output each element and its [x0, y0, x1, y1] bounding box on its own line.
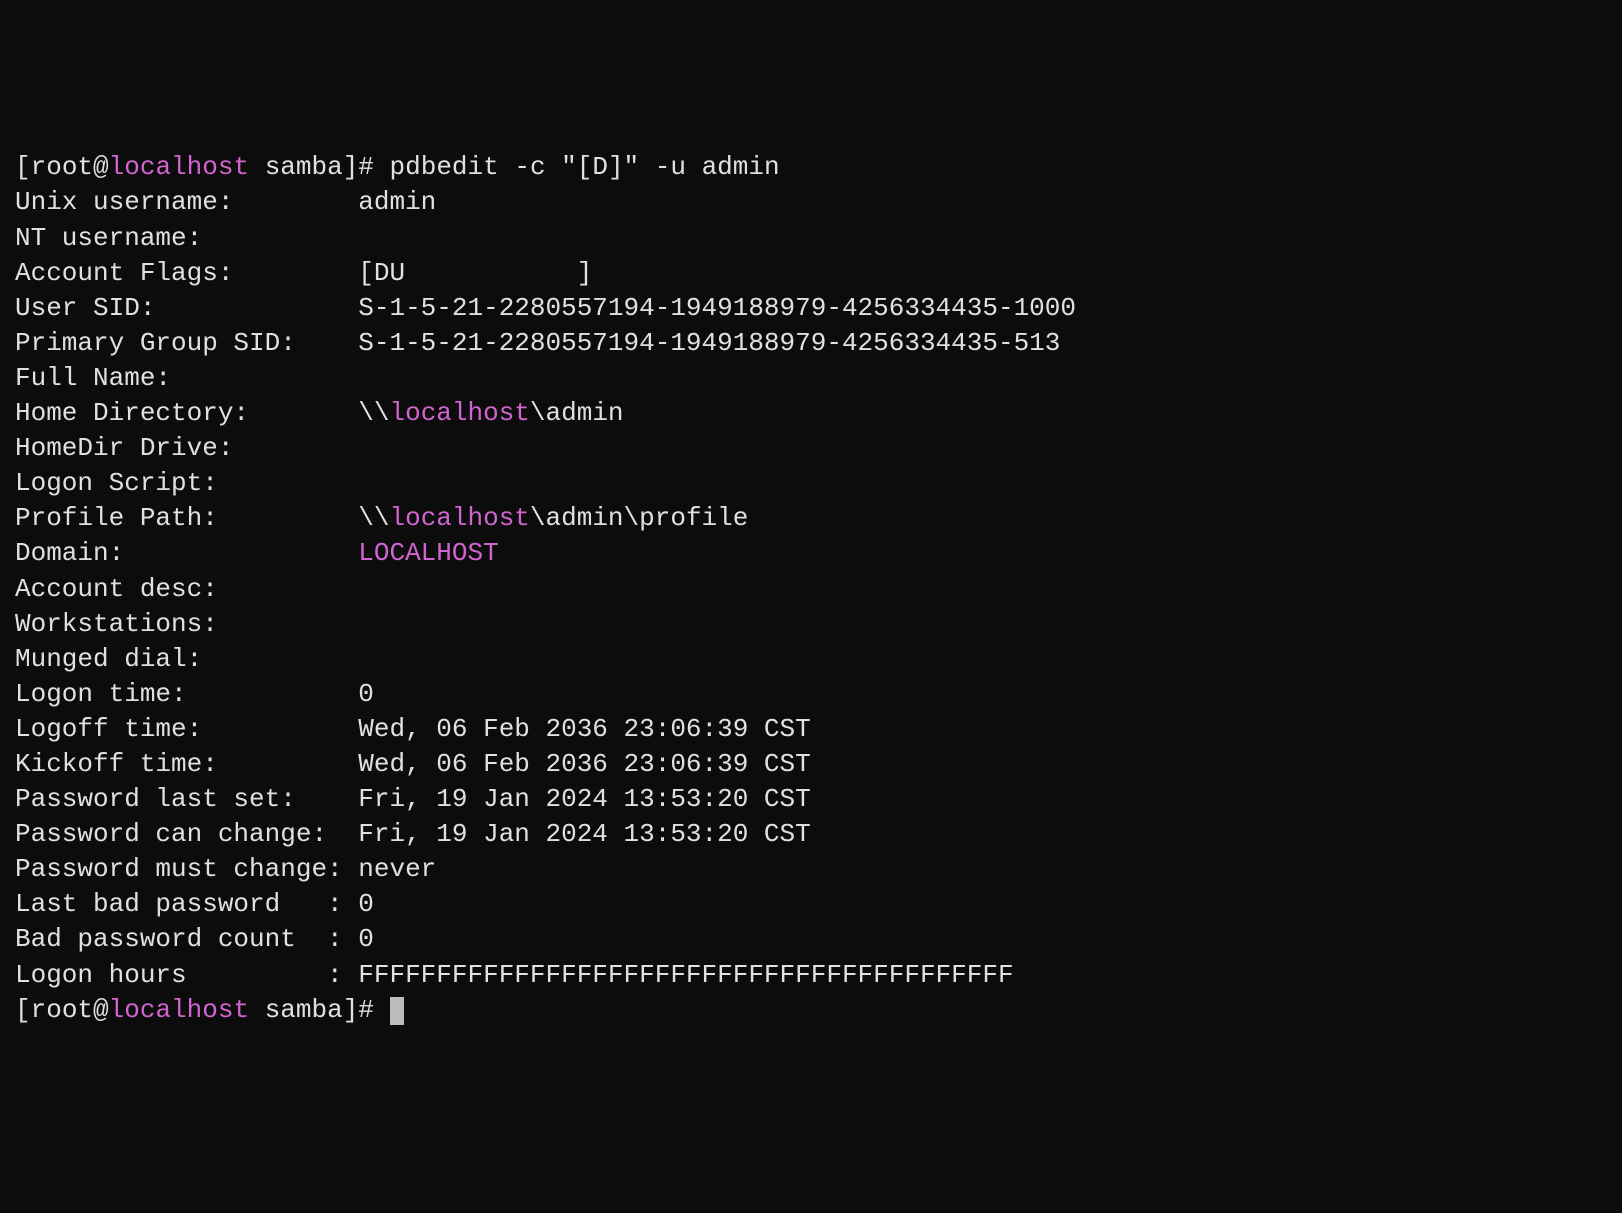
value-unix-username: admin — [358, 187, 436, 217]
terminal-output[interactable]: [root@localhost samba]# pdbedit -c "[D]"… — [15, 150, 1607, 1027]
label-logoff-time: Logoff time: — [15, 714, 358, 744]
label-nt-username: NT username: — [15, 223, 202, 253]
prompt2-close: ]# — [343, 995, 390, 1025]
value-account-flags: [DU ] — [358, 258, 592, 288]
row-profile-path: Profile Path: \\localhost\admin\profile — [15, 501, 1607, 536]
prompt-space — [249, 152, 265, 182]
label-last-bad-password: Last bad password : — [15, 889, 358, 919]
prompt-at: @ — [93, 152, 109, 182]
value-profile-host: localhost — [389, 503, 529, 533]
row-full-name: Full Name: — [15, 361, 1607, 396]
value-profile-suffix: \admin\profile — [530, 503, 748, 533]
value-profile-prefix: \\ — [358, 503, 389, 533]
value-logon-hours: FFFFFFFFFFFFFFFFFFFFFFFFFFFFFFFFFFFFFFFF… — [358, 960, 1013, 990]
value-home-dir-prefix: \\ — [358, 398, 389, 428]
label-password-must-change: Password must change: — [15, 854, 358, 884]
label-workstations: Workstations: — [15, 609, 218, 639]
prompt2-open: [ — [15, 995, 31, 1025]
label-logon-time: Logon time: — [15, 679, 358, 709]
label-account-desc: Account desc: — [15, 574, 218, 604]
prompt-line-2: [root@localhost samba]# — [15, 993, 1607, 1028]
row-unix-username: Unix username: admin — [15, 185, 1607, 220]
label-homedir-drive: HomeDir Drive: — [15, 433, 233, 463]
row-password-must-change: Password must change: never — [15, 852, 1607, 887]
value-password-must-change: never — [358, 854, 436, 884]
value-last-bad-password: 0 — [358, 889, 374, 919]
label-home-directory: Home Directory: — [15, 398, 358, 428]
row-user-sid: User SID: S-1-5-21-2280557194-1949188979… — [15, 291, 1607, 326]
row-domain: Domain: LOCALHOST — [15, 536, 1607, 571]
prompt2-host: localhost — [109, 995, 249, 1025]
row-account-desc: Account desc: — [15, 572, 1607, 607]
prompt-user: root — [31, 152, 93, 182]
prompt2-at: @ — [93, 995, 109, 1025]
row-account-flags: Account Flags: [DU ] — [15, 256, 1607, 291]
row-workstations: Workstations: — [15, 607, 1607, 642]
value-logoff-time: Wed, 06 Feb 2036 23:06:39 CST — [358, 714, 810, 744]
label-profile-path: Profile Path: — [15, 503, 358, 533]
prompt-host: localhost — [109, 152, 249, 182]
label-full-name: Full Name: — [15, 363, 171, 393]
value-password-can-change: Fri, 19 Jan 2024 13:53:20 CST — [358, 819, 810, 849]
row-munged-dial: Munged dial: — [15, 642, 1607, 677]
label-logon-script: Logon Script: — [15, 468, 218, 498]
label-primary-group-sid: Primary Group SID: — [15, 328, 358, 358]
prompt2-user: root — [31, 995, 93, 1025]
label-munged-dial: Munged dial: — [15, 644, 202, 674]
row-password-last-set: Password last set: Fri, 19 Jan 2024 13:5… — [15, 782, 1607, 817]
prompt-close: ]# — [343, 152, 390, 182]
label-account-flags: Account Flags: — [15, 258, 358, 288]
row-logon-script: Logon Script: — [15, 466, 1607, 501]
command-line: [root@localhost samba]# pdbedit -c "[D]"… — [15, 150, 1607, 185]
value-logon-time: 0 — [358, 679, 374, 709]
row-homedir-drive: HomeDir Drive: — [15, 431, 1607, 466]
label-password-can-change: Password can change: — [15, 819, 358, 849]
row-home-directory: Home Directory: \\localhost\admin — [15, 396, 1607, 431]
row-password-can-change: Password can change: Fri, 19 Jan 2024 13… — [15, 817, 1607, 852]
label-password-last-set: Password last set: — [15, 784, 358, 814]
row-bad-password-count: Bad password count : 0 — [15, 922, 1607, 957]
value-primary-group-sid: S-1-5-21-2280557194-1949188979-425633443… — [358, 328, 1060, 358]
value-home-dir-suffix: \admin — [530, 398, 624, 428]
prompt2-space — [249, 995, 265, 1025]
label-bad-password-count: Bad password count : — [15, 924, 358, 954]
command-text: pdbedit -c "[D]" -u admin — [390, 152, 780, 182]
value-bad-password-count: 0 — [358, 924, 374, 954]
row-logon-hours: Logon hours : FFFFFFFFFFFFFFFFFFFFFFFFFF… — [15, 958, 1607, 993]
label-domain: Domain: — [15, 538, 358, 568]
label-logon-hours: Logon hours : — [15, 960, 358, 990]
value-password-last-set: Fri, 19 Jan 2024 13:53:20 CST — [358, 784, 810, 814]
label-user-sid: User SID: — [15, 293, 358, 323]
value-home-dir-host: localhost — [389, 398, 529, 428]
value-user-sid: S-1-5-21-2280557194-1949188979-425633443… — [358, 293, 1076, 323]
value-kickoff-time: Wed, 06 Feb 2036 23:06:39 CST — [358, 749, 810, 779]
row-logon-time: Logon time: 0 — [15, 677, 1607, 712]
label-unix-username: Unix username: — [15, 187, 358, 217]
row-primary-group-sid: Primary Group SID: S-1-5-21-2280557194-1… — [15, 326, 1607, 361]
prompt-open: [ — [15, 152, 31, 182]
cursor-icon — [390, 997, 404, 1025]
prompt-dir: samba — [265, 152, 343, 182]
value-domain: LOCALHOST — [358, 538, 498, 568]
row-nt-username: NT username: — [15, 221, 1607, 256]
row-last-bad-password: Last bad password : 0 — [15, 887, 1607, 922]
label-kickoff-time: Kickoff time: — [15, 749, 358, 779]
row-kickoff-time: Kickoff time: Wed, 06 Feb 2036 23:06:39 … — [15, 747, 1607, 782]
row-logoff-time: Logoff time: Wed, 06 Feb 2036 23:06:39 C… — [15, 712, 1607, 747]
prompt2-dir: samba — [265, 995, 343, 1025]
